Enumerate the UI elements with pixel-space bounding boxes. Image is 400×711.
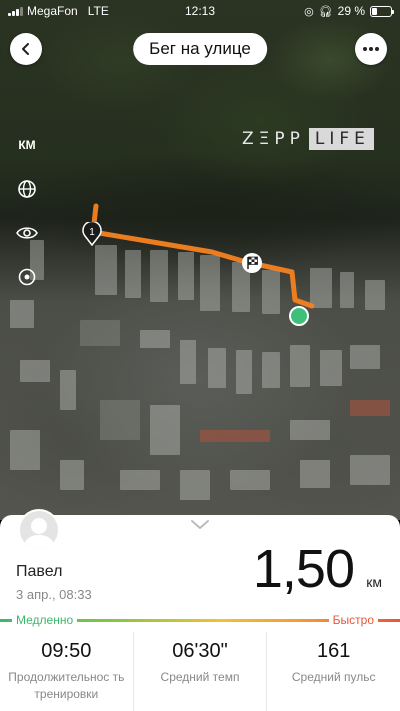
stat-value: 09:50 — [41, 640, 92, 662]
stat-label: Продолжительнос ть тренировки — [8, 670, 125, 701]
stat-label: Средний пульс — [291, 670, 376, 684]
clock: 12:13 — [184, 4, 216, 18]
route-map[interactable]: 1 — [0, 0, 400, 520]
unit-toggle[interactable]: КМ — [14, 132, 40, 158]
start-marker-label: 1 — [89, 227, 95, 238]
workout-date: 3 апр., 08:33 — [16, 587, 92, 602]
signal-icon — [8, 6, 23, 16]
workout-type-title[interactable]: Бег на улице — [133, 33, 267, 65]
distance-value: 1,50 — [252, 539, 355, 599]
stat-avg-heart-rate[interactable]: 161 Средний пульс — [267, 632, 400, 711]
battery-icon — [370, 5, 394, 17]
logo-suffix: LIFE — [308, 128, 374, 150]
stat-value: 06'30" — [172, 640, 228, 662]
chevron-down-icon[interactable] — [189, 518, 211, 532]
end-marker[interactable] — [289, 306, 309, 326]
location-icon: ◎ — [304, 5, 314, 18]
target-icon[interactable] — [14, 264, 40, 290]
back-button[interactable] — [10, 33, 42, 65]
chevron-left-icon — [22, 43, 29, 55]
zepp-life-logo: ZΞPP LIFE — [242, 128, 374, 150]
logo-prefix: ZΞPP — [242, 129, 305, 149]
route-line — [90, 203, 315, 309]
stat-avg-pace[interactable]: 06'30" Средний темп — [134, 632, 268, 711]
distance-unit: км — [366, 574, 382, 590]
avatar[interactable] — [18, 509, 60, 551]
user-silhouette-icon — [23, 518, 55, 549]
stat-label: Средний темп — [160, 670, 240, 684]
more-horizontal-icon — [363, 47, 379, 51]
stat-value: 161 — [316, 640, 351, 662]
speed-fast-label: Быстро — [328, 613, 378, 627]
stats-row: 09:50 Продолжительнос ть тренировки 06'3… — [0, 632, 400, 711]
start-marker[interactable]: 1 — [82, 220, 102, 247]
user-name: Павел — [16, 563, 63, 580]
battery-percent: 29 % — [337, 4, 365, 18]
status-bar: MegaFon LTE 12:13 ◎ 🎧︎ 29 % — [0, 0, 400, 22]
globe-icon[interactable] — [14, 176, 40, 202]
speed-slow-label: Медленно — [12, 613, 78, 627]
finish-flag-icon[interactable] — [241, 252, 263, 274]
eye-icon[interactable] — [14, 220, 40, 246]
headphones-icon: 🎧︎ — [318, 5, 333, 18]
more-button[interactable] — [355, 33, 387, 65]
carrier-name: MegaFon — [27, 4, 78, 18]
network-type: LTE — [87, 4, 109, 18]
stat-duration[interactable]: 09:50 Продолжительнос ть тренировки — [0, 632, 134, 711]
